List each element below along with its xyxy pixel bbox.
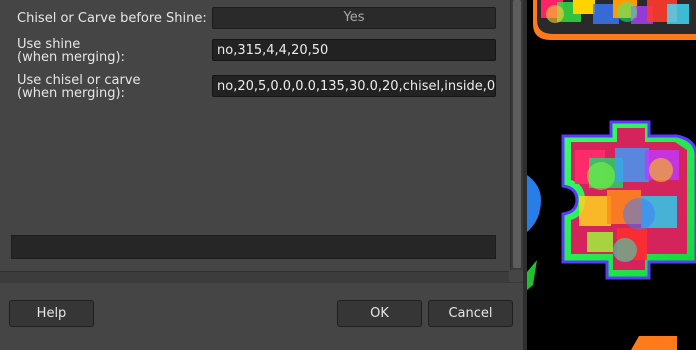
chisel-carve-input[interactable]	[212, 75, 496, 97]
left-edge-shape	[527, 175, 541, 232]
dialog: Chisel or Carve before Shine: Yes Use sh…	[0, 0, 527, 350]
ok-button[interactable]: OK	[337, 300, 422, 327]
vertical-scrollbar-thumb[interactable]	[513, 0, 521, 268]
chisel-before-shine-label: Chisel or Carve before Shine:	[17, 11, 207, 26]
image-canvas[interactable]	[527, 0, 696, 350]
options-scroll-area: Chisel or Carve before Shine: Yes Use sh…	[0, 0, 509, 270]
help-button[interactable]: Help	[9, 300, 94, 327]
chisel-before-shine-toggle[interactable]: Yes	[212, 7, 496, 29]
puzzle-graphic	[561, 120, 696, 280]
chisel-carve-label: Use chisel or carve (when merging):	[17, 73, 141, 101]
dialog-separator	[0, 282, 527, 283]
status-bar	[11, 235, 496, 259]
top-graphic	[533, 0, 696, 40]
bottom-edge-shape	[631, 336, 677, 350]
vertical-scrollbar[interactable]	[510, 0, 523, 270]
shine-label: Use shine (when merging):	[17, 37, 125, 65]
left-edge-green-shape	[527, 260, 537, 290]
canvas-artwork	[527, 0, 696, 350]
shine-input[interactable]	[212, 39, 496, 61]
cancel-button[interactable]: Cancel	[428, 300, 513, 327]
